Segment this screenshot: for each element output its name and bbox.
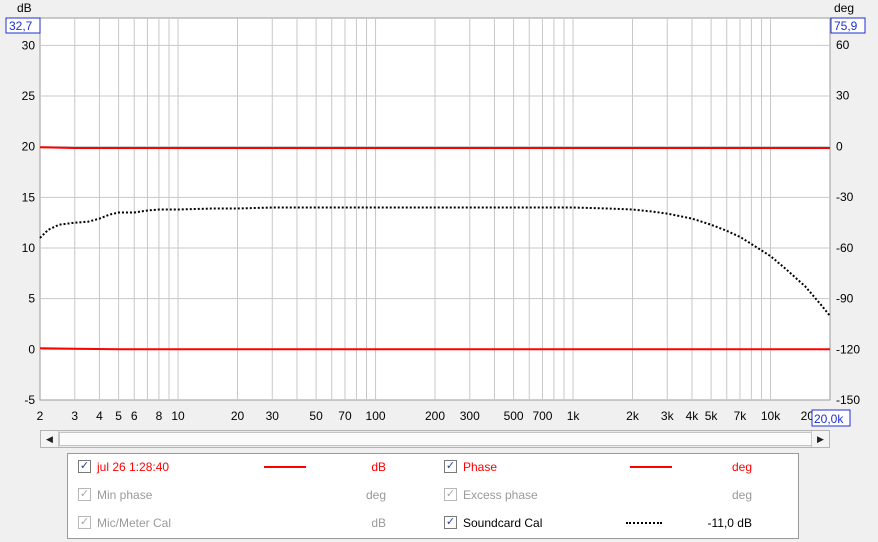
x-end-limit-box[interactable]: 20,0k	[811, 409, 851, 427]
x-end-limit-value: 20,0k	[814, 412, 844, 426]
x-axis-tick-label: 6	[131, 409, 138, 423]
left-axis-tick-label: 15	[22, 190, 36, 204]
legend-item: ✓ jul 26 1:28:40 dB	[68, 454, 434, 482]
x-axis-ticks: 2 3 4 5 6 8 10 20 30 50 70 100 200 300 500 700 1k 2k 3k 4k 5…	[37, 409, 815, 423]
horizontal-scrollbar[interactable]: ◀ ▶	[40, 430, 830, 448]
x-axis-tick-label: 4k	[686, 409, 700, 423]
legend-unit: deg	[731, 460, 752, 474]
x-axis-tick-label: 7k	[734, 409, 748, 423]
left-top-limit-box[interactable]: 32,7	[5, 17, 41, 34]
x-axis-tick-label: 8	[156, 409, 163, 423]
left-axis-tick-label: 0	[28, 342, 35, 356]
x-axis-tick-label: 300	[460, 409, 480, 423]
x-axis-tick-label: 3	[71, 409, 78, 423]
legend-unit: deg	[365, 488, 386, 502]
right-top-limit-box[interactable]: 75,9	[830, 17, 866, 34]
right-axis-unit: deg	[834, 1, 854, 15]
trace-legend: ✓ jul 26 1:28:40 dB ✓ Phase deg ✓ Min phase deg ✓…	[67, 453, 799, 539]
legend-checkbox[interactable]: ✓	[444, 488, 457, 501]
legend-line-swatch	[626, 522, 662, 524]
legend-line-swatch	[264, 466, 306, 468]
arrow-left-icon: ◀	[46, 434, 53, 444]
legend-row: ✓ Min phase deg ✓ Excess phase deg	[68, 482, 798, 510]
frequency-response-chart[interactable]: 302520151050-5 60300-30-60-90-120-150 23…	[0, 0, 878, 430]
right-axis-tick-label: -90	[836, 292, 854, 306]
x-axis-tick-label: 10k	[761, 409, 781, 423]
legend-label: jul 26 1:28:40	[97, 460, 170, 474]
right-top-limit-value: 75,9	[834, 19, 858, 33]
legend-unit: deg	[731, 488, 752, 502]
right-axis-tick-label: 30	[836, 89, 850, 103]
legend-row: ✓ jul 26 1:28:40 dB ✓ Phase deg	[68, 454, 798, 482]
right-axis-tick-label: -30	[836, 190, 854, 204]
left-axis-tick-label: 10	[22, 241, 36, 255]
x-axis-tick-label: 4	[96, 409, 103, 423]
x-axis-tick-label: 30	[266, 409, 280, 423]
right-axis-ticks: 60 30 0 -30 -60 -90 -120 -150	[836, 38, 860, 407]
x-axis-tick-label: 1k	[567, 409, 581, 423]
legend-checkbox[interactable]: ✓	[78, 516, 91, 529]
right-axis-tick-label: -120	[836, 342, 860, 356]
left-axis-ticks: 30 25 20 15 10 5 0 -5	[22, 38, 36, 407]
left-axis-tick-label: 25	[22, 89, 36, 103]
x-axis-tick-label: 2	[37, 409, 44, 423]
x-axis-tick-label: 20	[231, 409, 245, 423]
legend-item: ✓ Mic/Meter Cal dB	[68, 510, 434, 538]
x-axis-tick-label: 2k	[626, 409, 640, 423]
left-axis-unit: dB	[17, 1, 32, 15]
x-axis-tick-label: 500	[504, 409, 524, 423]
legend-checkbox[interactable]: ✓	[78, 488, 91, 501]
legend-checkbox[interactable]: ✓	[78, 460, 91, 473]
x-axis-tick-label: 5	[115, 409, 122, 423]
legend-unit: dB	[371, 460, 386, 474]
scroll-left-button[interactable]: ◀	[41, 431, 59, 447]
legend-unit: dB	[371, 516, 386, 530]
legend-label: Phase	[463, 460, 498, 474]
scroll-thumb[interactable]	[59, 432, 819, 446]
legend-label: Mic/Meter Cal	[97, 516, 172, 530]
x-axis-tick-label: 200	[425, 409, 445, 423]
right-axis-tick-label: 0	[836, 139, 843, 153]
legend-row: ✓ Mic/Meter Cal dB ✓ Soundcard Cal -11,0 dB	[68, 510, 798, 538]
arrow-right-icon: ▶	[817, 434, 824, 444]
legend-unit: -11,0 dB	[707, 516, 752, 530]
right-axis-tick-label: -150	[836, 393, 860, 407]
series-line	[39, 347, 830, 351]
left-axis-tick-label: 30	[22, 38, 36, 52]
legend-label: Excess phase	[463, 488, 538, 502]
legend-item: ✓ Phase deg	[434, 454, 800, 482]
x-axis-tick-label: 10	[171, 409, 185, 423]
x-axis-tick-label: 5k	[705, 409, 719, 423]
legend-checkbox[interactable]: ✓	[444, 460, 457, 473]
left-axis-tick-label: 5	[28, 292, 35, 306]
scroll-right-button[interactable]: ▶	[811, 431, 829, 447]
x-axis-tick-label: 3k	[661, 409, 675, 423]
legend-label: Min phase	[97, 488, 153, 502]
legend-label: Soundcard Cal	[463, 516, 543, 530]
right-axis-tick-label: 60	[836, 38, 850, 52]
left-top-limit-value: 32,7	[9, 19, 33, 33]
legend-item: ✓ Soundcard Cal -11,0 dB	[434, 510, 800, 538]
legend-checkbox[interactable]: ✓	[444, 516, 457, 529]
legend-item: ✓ Excess phase deg	[434, 482, 800, 510]
x-axis-tick-label: 100	[366, 409, 386, 423]
x-axis-tick-label: 50	[309, 409, 323, 423]
x-axis-tick-label: 70	[338, 409, 352, 423]
series-line	[39, 146, 830, 149]
right-axis-tick-label: -60	[836, 241, 854, 255]
left-axis-tick-label: -5	[24, 393, 35, 407]
legend-item: ✓ Min phase deg	[68, 482, 434, 510]
x-axis-tick-label: 700	[532, 409, 552, 423]
left-axis-tick-label: 20	[22, 140, 36, 154]
legend-line-swatch	[630, 466, 672, 468]
